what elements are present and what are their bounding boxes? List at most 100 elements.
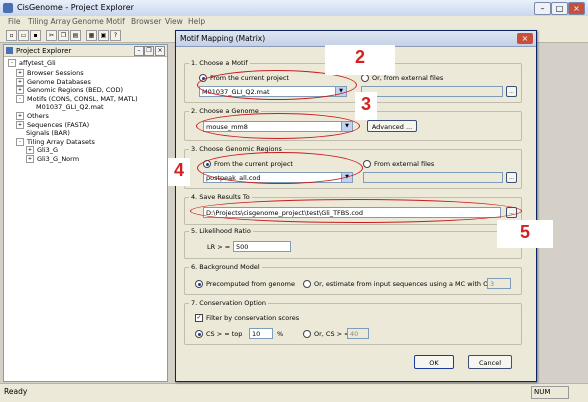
tree-item[interactable]: + Others [16,112,49,120]
paste-icon[interactable]: ▤ [70,30,81,41]
tree-root[interactable]: - affytest_Gli [8,59,56,67]
menu-view[interactable]: View [165,17,183,26]
regions-external-files-option[interactable]: From external files [363,160,434,168]
lr-label: LR > = [207,243,231,251]
menu-tiling-array[interactable]: Tiling Array [28,17,71,26]
cs-or-input[interactable]: 40 [347,328,369,339]
explorer-title: Project Explorer [16,47,72,55]
explorer-restore-button[interactable]: ❐ [144,46,154,56]
estimate-option[interactable]: Or, estimate from input sequences using … [303,280,509,288]
cut-icon[interactable]: ✂ [46,30,57,41]
filter-conservation-checkbox[interactable]: ✓ Filter by conservation scores [195,314,299,322]
tree-item[interactable]: + Genome Databases [16,77,91,86]
background-model-label: 6. Background Model [189,263,262,271]
tree-item[interactable]: Signals (BAR) [16,129,70,137]
radio-selected-icon[interactable] [195,330,203,338]
radio-unselected-icon[interactable] [303,280,311,288]
tree-item-label: M01037_GLI_Q2.mat [36,103,104,112]
tree-item-label: Sequences (FASTA) [27,120,90,129]
dialog-title: Motif Mapping (Matrix) [180,34,266,43]
background-model-group: 6. Background Model Precomputed from gen… [184,263,522,295]
tree-item-label: Browser Sessions [27,69,84,77]
expand-icon[interactable]: + [26,155,34,163]
motif-browse-button[interactable]: ... [506,86,517,97]
cs-or-option[interactable]: Or, CS > = [303,330,350,338]
dialog-close-button[interactable]: × [517,33,533,44]
radio-unselected-icon[interactable] [361,74,369,82]
likelihood-ratio-label: 5. Likelihood Ratio [189,227,253,235]
collapse-icon[interactable]: - [16,94,24,103]
mc-order-input[interactable]: 3 [487,278,511,289]
annotation-number-2: 2 [325,45,395,75]
annotation-ellipse-genome [196,113,360,139]
tree-item[interactable]: + Gli3_G_Norm [26,155,79,163]
copy-icon[interactable]: ❐ [58,30,69,41]
print-icon[interactable]: ▦ [86,30,97,41]
conservation-option-group: 7. Conservation Option ✓ Filter by conser… [184,299,522,345]
tree-item[interactable]: - Tiling Array Datasets [16,137,95,146]
save-icon[interactable]: ▪ [30,30,41,41]
annotation-number-3: 3 [355,92,377,120]
tree-item-label: Genomic Regions (BED, COD) [27,86,124,95]
regions-external-file-field[interactable] [363,172,503,183]
expand-icon[interactable]: + [26,146,34,155]
expand-icon[interactable]: + [16,77,24,86]
cs-top-option[interactable]: CS > = top [195,330,242,338]
annotation-number-4: 4 [168,158,190,186]
collapse-icon[interactable]: - [16,137,24,146]
window-title: CisGenome - Project Explorer [17,3,134,12]
app-icon [3,3,13,13]
annotation-ellipse-regions [197,152,363,184]
expand-icon[interactable]: + [16,120,24,129]
cancel-button[interactable]: Cancel [468,355,512,369]
num-lock-indicator: NUM [531,386,569,399]
radio-unselected-icon[interactable] [363,160,371,168]
likelihood-ratio-group: 5. Likelihood Ratio LR > = 500 [184,227,522,259]
tree-item-label: Tiling Array Datasets [27,137,95,146]
menu-browser[interactable]: Browser [131,17,161,26]
close-button[interactable]: × [568,2,585,15]
tree-item[interactable]: + Genomic Regions (BED, COD) [16,86,124,95]
collapse-icon[interactable]: - [8,59,16,67]
menu-genome[interactable]: Genome [72,17,104,26]
annotation-ellipse-save [190,199,522,223]
title-bar: CisGenome - Project Explorer – □ × [0,0,588,17]
menu-help[interactable]: Help [188,17,205,26]
check-icon[interactable]: ✓ [195,314,203,322]
tree-item-label: Genome Databases [27,77,91,86]
motif-external-files-option[interactable]: Or, from external files [361,74,443,82]
status-bar: Ready NUM [0,383,588,402]
expand-icon[interactable]: + [16,69,24,77]
minimize-button[interactable]: – [534,2,551,15]
tree-item-label: Gli3_G_Norm [37,155,80,163]
motif-external-file-field[interactable] [361,86,503,97]
explorer-minimize-button[interactable]: – [134,46,144,56]
menu-bar: File Tiling Array Genome Motif Browser V… [0,16,588,28]
new-file-icon[interactable]: ▫ [6,30,17,41]
radio-unselected-icon[interactable] [303,330,311,338]
advanced-button[interactable]: Advanced ... [367,120,417,132]
expand-icon[interactable]: + [16,112,24,120]
tree-item[interactable]: - Motifs (CONS, CONSL, MAT, MATL) [16,94,138,103]
tree-item[interactable]: + Gli3_G [26,146,58,155]
lr-input[interactable]: 500 [233,241,291,252]
ok-button[interactable]: OK [414,355,454,369]
regions-browse-button[interactable]: ... [506,172,517,183]
print-preview-icon[interactable]: ▣ [98,30,109,41]
menu-motif[interactable]: Motif [106,17,125,26]
maximize-button[interactable]: □ [551,2,568,15]
radio-selected-icon[interactable] [195,280,203,288]
precomputed-option[interactable]: Precomputed from genome [195,280,295,288]
tree-item[interactable]: M01037_GLI_Q2.mat [26,103,104,111]
explorer-close-button[interactable]: × [155,46,165,56]
tree-item-label: Motifs (CONS, CONSL, MAT, MATL) [27,94,138,103]
cs-top-input[interactable]: 10 [249,328,273,339]
help-icon[interactable]: ? [110,30,121,41]
menu-file[interactable]: File [8,17,21,26]
tree-item[interactable]: + Browser Sessions [16,69,84,77]
tree-item[interactable]: + Sequences (FASTA) [16,120,90,129]
open-folder-icon[interactable]: ▭ [18,30,29,41]
expand-icon[interactable]: + [16,86,24,95]
status-text: Ready [4,387,28,396]
percent-label: % [277,330,284,338]
